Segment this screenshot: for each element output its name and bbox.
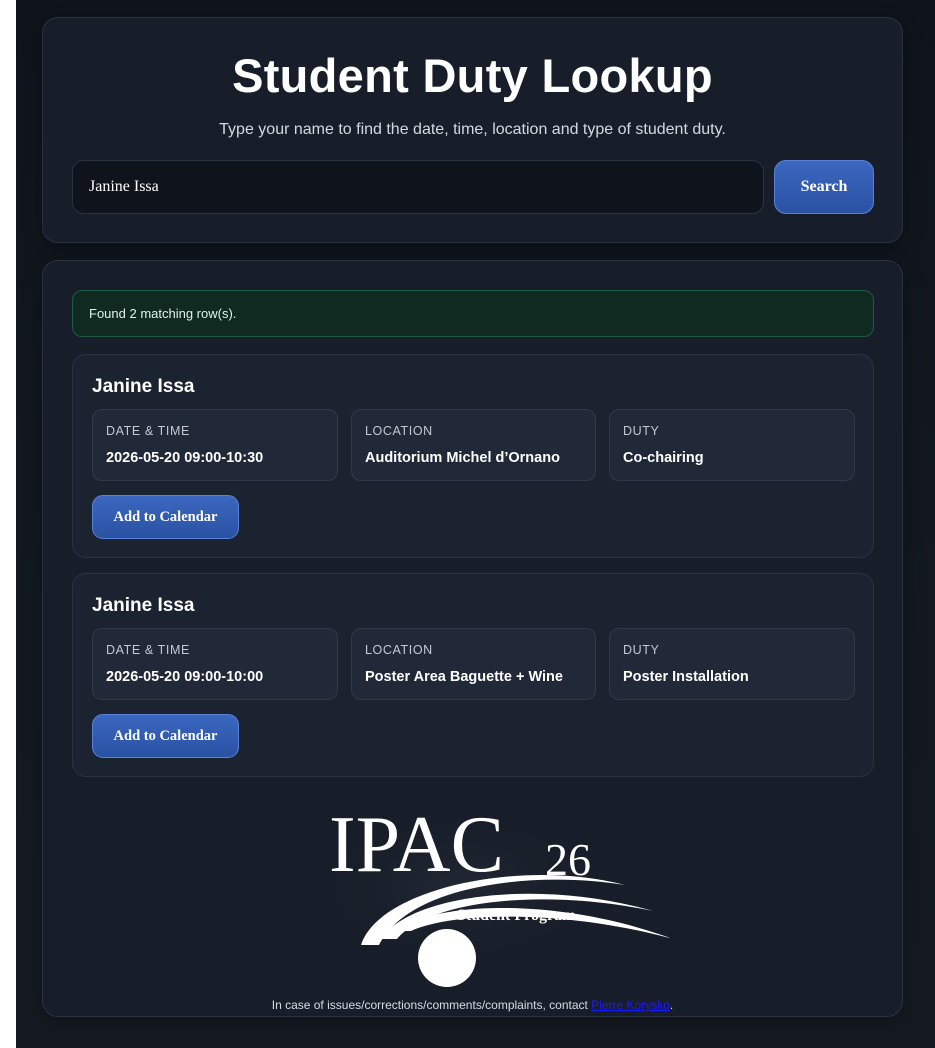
add-to-calendar-button[interactable]: Add to Calendar (92, 495, 239, 539)
field-value: Auditorium Michel d’Ornano (365, 450, 560, 466)
student-name: Janine Issa (92, 376, 195, 397)
page-title: Student Duty Lookup (232, 49, 713, 102)
results-panel: Found 2 matching row(s). Janine Issa DAT… (42, 260, 903, 1017)
field-label: LOCATION (365, 643, 433, 657)
page-subtitle: Type your name to find the date, time, l… (219, 121, 726, 138)
contact-link[interactable]: Pierre Korysko (591, 998, 670, 1012)
field-label: DUTY (623, 424, 660, 438)
duty-field: DUTY Poster Installation (609, 628, 855, 700)
search-input[interactable] (72, 160, 764, 214)
location-field: LOCATION Poster Area Baguette + Wine (351, 628, 596, 700)
page: Student Duty Lookup Type your name to fi… (16, 0, 935, 1048)
ipac26-logo: IPAC 26 Student Program (284, 803, 669, 987)
status-message: Found 2 matching row(s). (72, 290, 874, 337)
duty-card: Janine Issa DATE & TIME 2026-05-20 09:00… (72, 573, 874, 777)
field-value: Poster Installation (623, 669, 749, 685)
field-value: Poster Area Baguette + Wine (365, 669, 563, 685)
student-name: Janine Issa (92, 595, 195, 616)
location-field: LOCATION Auditorium Michel d’Ornano (351, 409, 596, 481)
field-value: 2026-05-20 09:00-10:00 (106, 669, 264, 685)
logo-circle (418, 929, 476, 987)
search-panel: Student Duty Lookup Type your name to fi… (42, 17, 903, 243)
duty-card: Janine Issa DATE & TIME 2026-05-20 09:00… (72, 354, 874, 558)
field-label: DUTY (623, 643, 660, 657)
field-label: LOCATION (365, 424, 433, 438)
field-label: DATE & TIME (106, 643, 190, 657)
field-value: 2026-05-20 09:00-10:30 (106, 450, 264, 466)
logo-program-text: Student Program (457, 907, 576, 924)
field-label: DATE & TIME (106, 424, 190, 438)
logo-main-text: IPAC (329, 803, 504, 889)
add-to-calendar-button[interactable]: Add to Calendar (92, 714, 239, 758)
footer-note: In case of issues/corrections/comments/c… (43, 998, 902, 1012)
date-time-field: DATE & TIME 2026-05-20 09:00-10:30 (92, 409, 338, 481)
footer-text: In case of issues/corrections/comments/c… (271, 998, 592, 1012)
search-button[interactable]: Search (774, 160, 874, 214)
date-time-field: DATE & TIME 2026-05-20 09:00-10:00 (92, 628, 338, 700)
duty-field: DUTY Co-chairing (609, 409, 855, 481)
field-value: Co-chairing (623, 450, 704, 466)
footer-end: . (669, 998, 674, 1012)
